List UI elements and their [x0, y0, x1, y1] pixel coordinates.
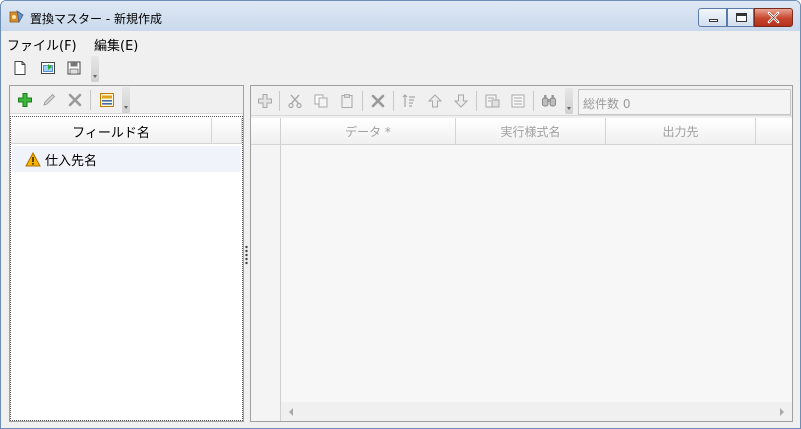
new-file-button[interactable] — [9, 56, 31, 80]
maximize-button[interactable] — [727, 8, 754, 27]
calculator-icon — [100, 93, 114, 107]
move-up-button[interactable] — [424, 89, 446, 113]
new-file-icon — [14, 61, 26, 75]
paste-icon — [341, 94, 353, 108]
scroll-right-arrow-icon[interactable] — [780, 408, 784, 416]
add-row-icon — [258, 94, 272, 108]
open-file-icon — [41, 62, 55, 74]
warning-icon — [25, 151, 41, 166]
find-button[interactable] — [538, 89, 560, 113]
column-header-blank[interactable] — [212, 118, 242, 144]
toolbar-separator — [362, 91, 363, 111]
splitter-grip — [245, 245, 248, 265]
sort-icon — [402, 94, 415, 107]
field-grid-header: フィールド名 — [11, 118, 242, 144]
export-icon — [485, 94, 500, 108]
column-header-style-name[interactable]: 実行様式名 — [456, 118, 606, 145]
menu-edit[interactable]: 編集(E) — [94, 35, 138, 54]
cut-icon — [288, 94, 302, 109]
maximize-icon — [736, 13, 747, 22]
minimize-button[interactable] — [698, 8, 727, 27]
menu-bar: ファイル(F) 編集(E) — [1, 31, 800, 54]
app-icon — [9, 10, 24, 24]
toolbar-separator — [533, 91, 534, 111]
field-row[interactable]: 仕入先名 — [12, 146, 241, 172]
delete-row-button[interactable] — [367, 89, 389, 113]
scroll-left-arrow-icon[interactable] — [289, 408, 293, 416]
data-toolbar: 総件数 0 — [251, 86, 792, 116]
title-bar: 置換マスター - 新規作成 — [1, 1, 800, 31]
field-row-label: 仕入先名 — [45, 153, 98, 169]
data-grid-header: データ * 実行様式名 出力先 — [281, 118, 792, 145]
menu-file[interactable]: ファイル(F) — [7, 35, 77, 54]
data-panel: 総件数 0 データ * 実行様式名 出力先 — [250, 85, 793, 422]
field-grid: フィールド名 仕入先名 — [10, 116, 243, 421]
total-count-field: 総件数 0 — [578, 89, 791, 115]
export-button[interactable] — [481, 89, 503, 113]
field-toolbar — [10, 86, 243, 114]
column-header-blank[interactable] — [756, 118, 792, 145]
calculator-button[interactable] — [96, 88, 118, 112]
edit-field-button[interactable] — [38, 88, 60, 112]
edit-icon — [43, 93, 56, 106]
column-header-output[interactable]: 出力先 — [606, 118, 756, 145]
close-icon — [767, 11, 780, 24]
toolbar-separator — [279, 91, 280, 111]
move-down-button[interactable] — [450, 89, 472, 113]
main-toolbar — [9, 56, 103, 84]
delete-field-button[interactable] — [64, 88, 86, 112]
add-icon — [18, 93, 32, 107]
save-button[interactable] — [63, 56, 85, 80]
cut-button[interactable] — [284, 89, 306, 113]
delete-icon — [68, 93, 82, 107]
sort-button[interactable] — [398, 89, 420, 113]
horizontal-scrollbar[interactable] — [281, 402, 792, 421]
toolbar-separator — [476, 91, 477, 111]
list-icon — [511, 94, 525, 108]
row-header-column — [251, 118, 281, 421]
data-toolbar-grip[interactable] — [565, 88, 573, 114]
column-header-field-name[interactable]: フィールド名 — [11, 118, 212, 144]
window-title: 置換マスター - 新規作成 — [30, 12, 162, 26]
column-header-data[interactable]: データ * — [281, 118, 456, 145]
toolbar-separator — [90, 90, 91, 110]
grid-corner[interactable] — [251, 118, 281, 145]
toolbar-grip[interactable] — [91, 56, 99, 82]
toolbar-separator — [393, 91, 394, 111]
app-window: 置換マスター - 新規作成 ファイル(F) 編集(E) フィールド名 仕入先名 … — [0, 0, 801, 429]
copy-button[interactable] — [310, 89, 332, 113]
data-grid: データ * 実行様式名 出力先 — [251, 118, 792, 421]
delete-row-icon — [371, 94, 385, 108]
open-file-button[interactable] — [37, 56, 59, 80]
field-panel: フィールド名 仕入先名 — [9, 85, 244, 422]
paste-button[interactable] — [336, 89, 358, 113]
move-up-icon — [427, 94, 443, 108]
move-down-icon — [453, 94, 469, 108]
field-toolbar-grip[interactable] — [122, 87, 130, 113]
minimize-icon — [709, 19, 718, 22]
close-button[interactable] — [754, 8, 793, 27]
add-row-button[interactable] — [254, 89, 276, 113]
save-icon — [67, 61, 81, 75]
list-button[interactable] — [507, 89, 529, 113]
add-field-button[interactable] — [14, 88, 36, 112]
copy-icon — [314, 94, 328, 108]
find-icon — [542, 95, 556, 107]
